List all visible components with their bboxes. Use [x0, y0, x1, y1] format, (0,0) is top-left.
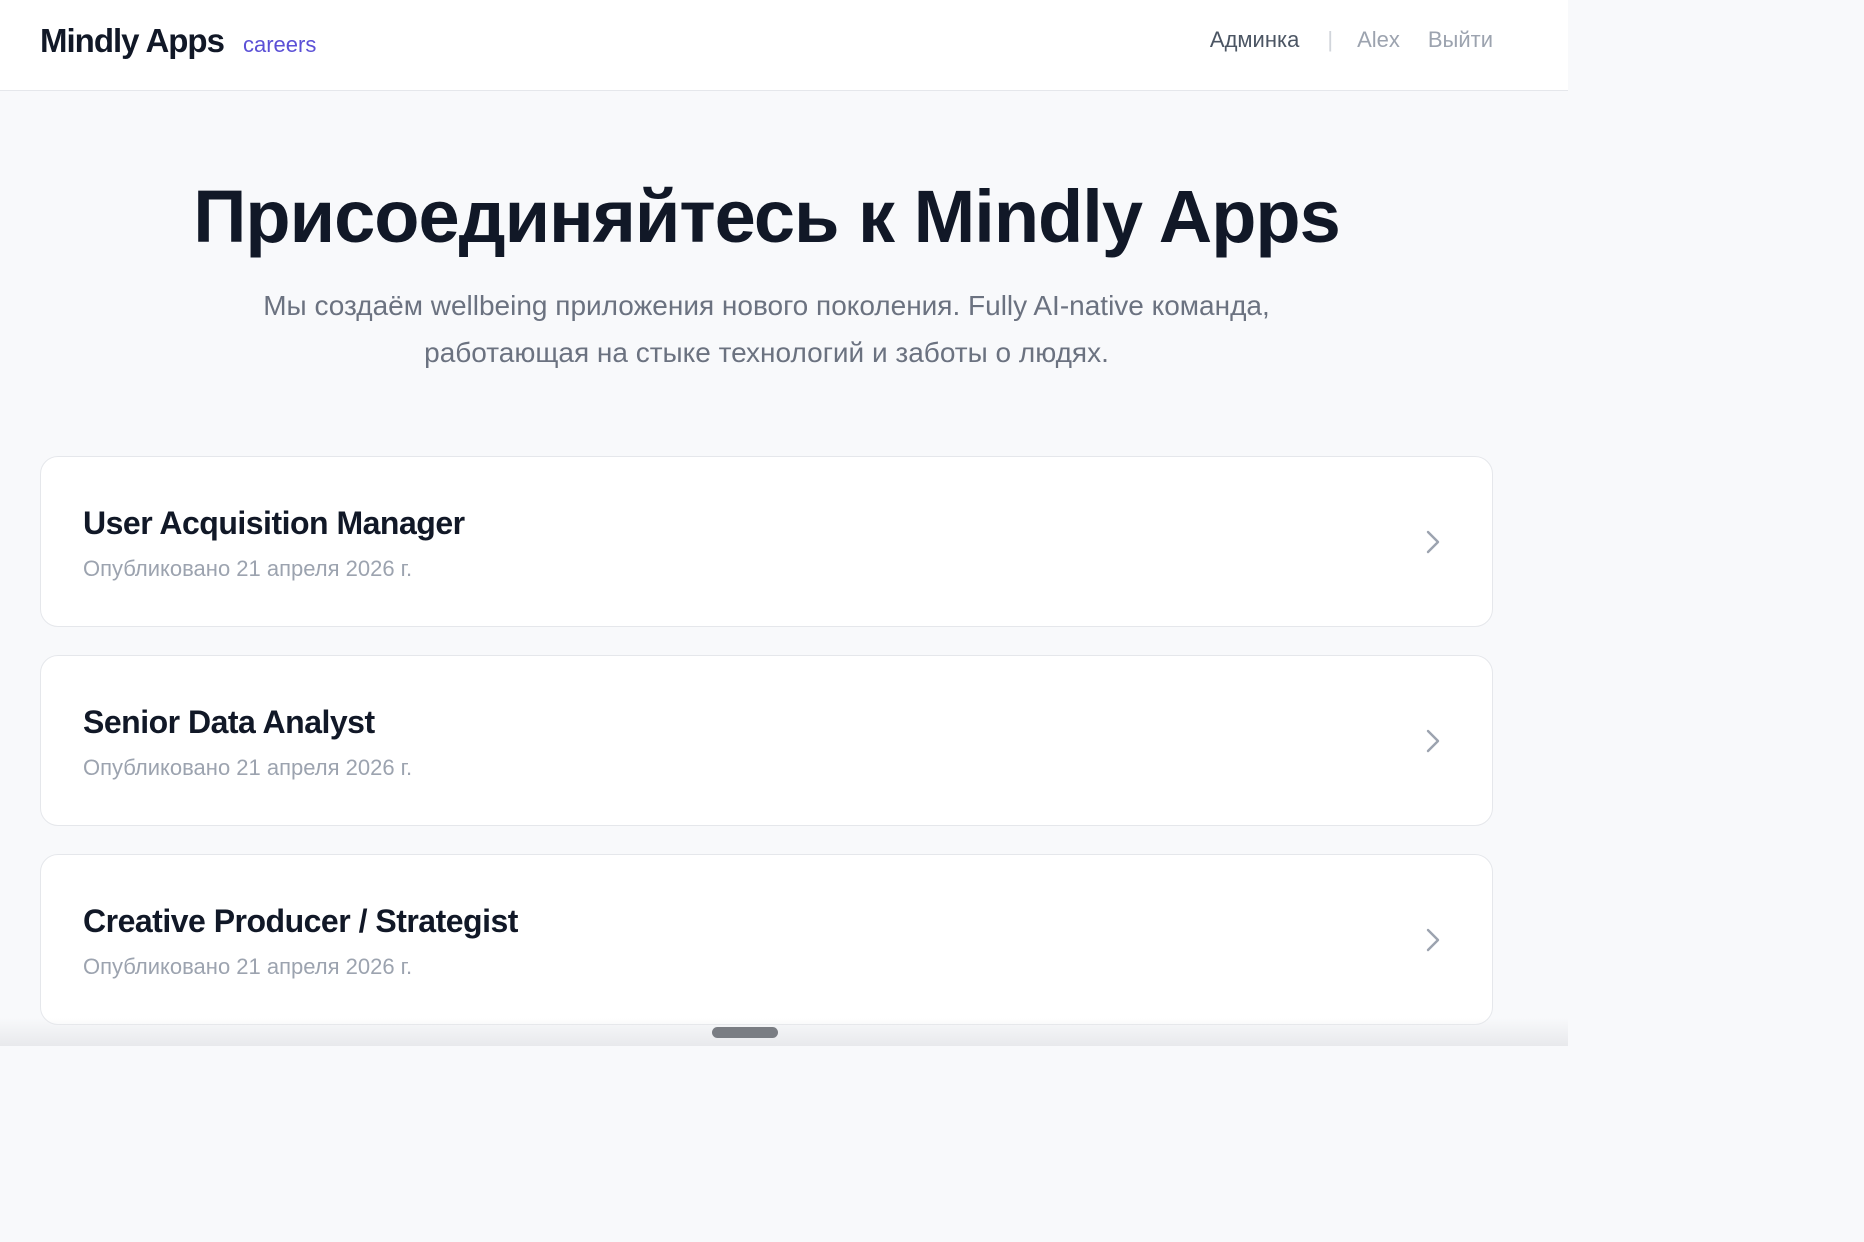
bottom-fade	[0, 1018, 1568, 1046]
top-header: Mindly Apps careers Админка | Alex Выйти	[0, 0, 1568, 91]
description-line: работающая на стыке технологий и заботы …	[424, 337, 1109, 368]
job-date: Опубликовано 21 апреля 2026 г.	[83, 755, 413, 780]
job-card[interactable]: Creative Producer / Strategist Опубликов…	[40, 854, 1493, 1025]
job-date: Опубликовано 21 апреля 2026 г.	[83, 954, 413, 979]
job-card[interactable]: Senior Data Analyst Опубликовано 21 апре…	[40, 655, 1493, 826]
logout-link[interactable]: Выйти	[1428, 26, 1493, 54]
page-title: Присоединяйтесь к Mindly Apps	[193, 175, 1341, 258]
job-card[interactable]: User Acquisition Manager Опубликовано 21…	[40, 456, 1493, 627]
chevron-right-icon	[1426, 729, 1440, 753]
job-title: Creative Producer / Strategist	[83, 903, 518, 939]
header-nav: Админка | Alex Выйти	[1210, 26, 1493, 54]
brand-logo[interactable]: Mindly Apps	[40, 20, 225, 62]
description-line: Мы создаём wellbeing приложения нового п…	[263, 290, 1270, 321]
job-date: Опубликовано 21 апреля 2026 г.	[83, 556, 413, 581]
scroll-handle[interactable]	[712, 1027, 778, 1038]
chevron-right-icon	[1426, 530, 1440, 554]
brand-subtitle[interactable]: careers	[243, 32, 316, 58]
user-name: Alex	[1357, 27, 1400, 52]
page-description: Мы создаём wellbeing приложения нового п…	[0, 282, 1533, 376]
job-title: User Acquisition Manager	[83, 505, 465, 541]
job-list: User Acquisition Manager Опубликовано 21…	[40, 456, 1493, 1053]
nav-separator: |	[1327, 27, 1334, 52]
chevron-right-icon	[1426, 928, 1440, 952]
job-title: Senior Data Analyst	[83, 704, 375, 740]
admin-link[interactable]: Админка	[1210, 26, 1299, 54]
